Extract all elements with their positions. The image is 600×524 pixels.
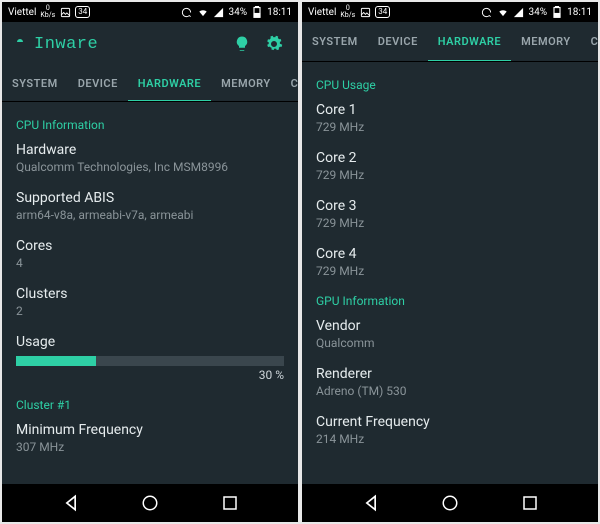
battery-icon bbox=[251, 6, 263, 18]
wifi-icon bbox=[197, 6, 209, 18]
tab-device[interactable]: DEVICE bbox=[68, 66, 128, 101]
cores-label: Cores bbox=[16, 238, 284, 254]
tab-row: SYSTEM DEVICE HARDWARE MEMORY CAMERA N bbox=[2, 66, 298, 102]
carrier-text: Viettel bbox=[8, 7, 36, 18]
clock: 18:11 bbox=[567, 7, 592, 18]
renderer-label: Renderer bbox=[316, 366, 584, 382]
statusbar: Viettel 0 Kb/s 34 34% 18:11 bbox=[2, 2, 298, 22]
list-item: Usage 30 % bbox=[16, 334, 284, 382]
renderer-value: Adreno (TM) 530 bbox=[316, 384, 584, 398]
settings-button[interactable] bbox=[262, 32, 286, 56]
bulb-button[interactable] bbox=[230, 32, 254, 56]
section-cpu-info: CPU Information bbox=[16, 118, 284, 132]
battery-icon bbox=[551, 6, 563, 18]
list-item: Minimum Frequency 307 MHz bbox=[16, 422, 284, 454]
core-label: Core 3 bbox=[316, 198, 584, 214]
clock: 18:11 bbox=[267, 7, 292, 18]
app-title: Inware bbox=[34, 35, 222, 54]
list-item: Core 1 729 MHz bbox=[316, 102, 584, 134]
tab-hardware[interactable]: HARDWARE bbox=[128, 66, 211, 102]
nav-home-button[interactable] bbox=[439, 492, 461, 514]
abis-value: arm64-v8a, armeabi-v7a, armeabi bbox=[16, 208, 284, 222]
wifi-icon bbox=[497, 6, 509, 18]
list-item: Supported ABIS arm64-v8a, armeabi-v7a, a… bbox=[16, 190, 284, 222]
net-unit: Kb/s bbox=[40, 12, 55, 19]
hardware-value: Qualcomm Technologies, Inc MSM8996 bbox=[16, 160, 284, 174]
section-cluster1: Cluster #1 bbox=[16, 398, 284, 412]
content-pane-left[interactable]: CPU Information Hardware Qualcomm Techno… bbox=[2, 102, 298, 484]
signal-icon bbox=[513, 6, 525, 18]
list-item: Renderer Adreno (TM) 530 bbox=[316, 366, 584, 398]
list-item: Vendor Qualcomm bbox=[316, 318, 584, 350]
vendor-value: Qualcomm bbox=[316, 336, 584, 350]
appbar: Inware bbox=[2, 22, 298, 66]
curfreq-label: Current Frequency bbox=[316, 414, 584, 430]
minfreq-label: Minimum Frequency bbox=[16, 422, 284, 438]
usage-pct: 30 % bbox=[16, 368, 284, 382]
statusbar: Viettel 0 Kb/s 34 34% 18:11 bbox=[302, 2, 598, 22]
tab-camera[interactable]: CAMERA bbox=[581, 22, 598, 61]
list-item: Core 2 729 MHz bbox=[316, 150, 584, 182]
tab-device[interactable]: DEVICE bbox=[368, 22, 428, 61]
core-value: 729 MHz bbox=[316, 120, 584, 134]
list-item: Current Frequency 214 MHz bbox=[316, 414, 584, 446]
app-logo-icon bbox=[14, 38, 26, 50]
nav-recent-button[interactable] bbox=[219, 492, 241, 514]
tab-memory[interactable]: MEMORY bbox=[511, 22, 581, 61]
cores-value: 4 bbox=[16, 256, 284, 270]
tab-hardware[interactable]: HARDWARE bbox=[428, 22, 511, 62]
battery-pct: 34% bbox=[229, 7, 248, 18]
clusters-value: 2 bbox=[16, 304, 284, 318]
curfreq-value: 214 MHz bbox=[316, 432, 584, 446]
usage-progress-bar bbox=[16, 356, 284, 366]
list-item: Core 3 729 MHz bbox=[316, 198, 584, 230]
abis-label: Supported ABIS bbox=[16, 190, 284, 206]
phone-left: Viettel 0 Kb/s 34 34% 18:11 bbox=[2, 2, 298, 522]
usage-label: Usage bbox=[16, 334, 284, 350]
content-pane-right[interactable]: CPU Usage Core 1 729 MHz Core 2 729 MHz … bbox=[302, 62, 598, 484]
phone-right: Viettel 0 Kb/s 34 34% 18:11 bbox=[302, 2, 598, 522]
section-cpu-usage: CPU Usage bbox=[316, 78, 584, 92]
notif-badge: 34 bbox=[75, 6, 90, 18]
notif-badge: 34 bbox=[375, 6, 390, 18]
refresh-icon bbox=[181, 6, 193, 18]
signal-icon bbox=[213, 6, 225, 18]
tab-system[interactable]: SYSTEM bbox=[302, 22, 368, 61]
core-value: 729 MHz bbox=[316, 264, 584, 278]
tab-memory[interactable]: MEMORY bbox=[211, 66, 281, 101]
nav-home-button[interactable] bbox=[139, 492, 161, 514]
core-value: 729 MHz bbox=[316, 168, 584, 182]
image-icon bbox=[359, 6, 371, 18]
net-unit: Kb/s bbox=[340, 12, 355, 19]
carrier-text: Viettel bbox=[308, 7, 336, 18]
core-label: Core 4 bbox=[316, 246, 584, 262]
nav-back-button[interactable] bbox=[360, 492, 382, 514]
clusters-label: Clusters bbox=[16, 286, 284, 302]
navbar bbox=[2, 484, 298, 522]
image-icon bbox=[59, 6, 71, 18]
list-item: Cores 4 bbox=[16, 238, 284, 270]
navbar bbox=[302, 484, 598, 522]
vendor-label: Vendor bbox=[316, 318, 584, 334]
tab-system[interactable]: SYSTEM bbox=[2, 66, 68, 101]
core-value: 729 MHz bbox=[316, 216, 584, 230]
nav-recent-button[interactable] bbox=[519, 492, 541, 514]
list-item: Hardware Qualcomm Technologies, Inc MSM8… bbox=[16, 142, 284, 174]
core-label: Core 2 bbox=[316, 150, 584, 166]
tab-row: SYSTEM DEVICE HARDWARE MEMORY CAMERA N bbox=[302, 22, 598, 62]
nav-back-button[interactable] bbox=[60, 492, 82, 514]
tab-camera[interactable]: CAMERA bbox=[281, 66, 298, 101]
section-gpu-info: GPU Information bbox=[316, 294, 584, 308]
core-label: Core 1 bbox=[316, 102, 584, 118]
battery-pct: 34% bbox=[529, 7, 548, 18]
list-item: Core 4 729 MHz bbox=[316, 246, 584, 278]
hardware-label: Hardware bbox=[16, 142, 284, 158]
refresh-icon bbox=[481, 6, 493, 18]
minfreq-value: 307 MHz bbox=[16, 440, 284, 454]
list-item: Clusters 2 bbox=[16, 286, 284, 318]
